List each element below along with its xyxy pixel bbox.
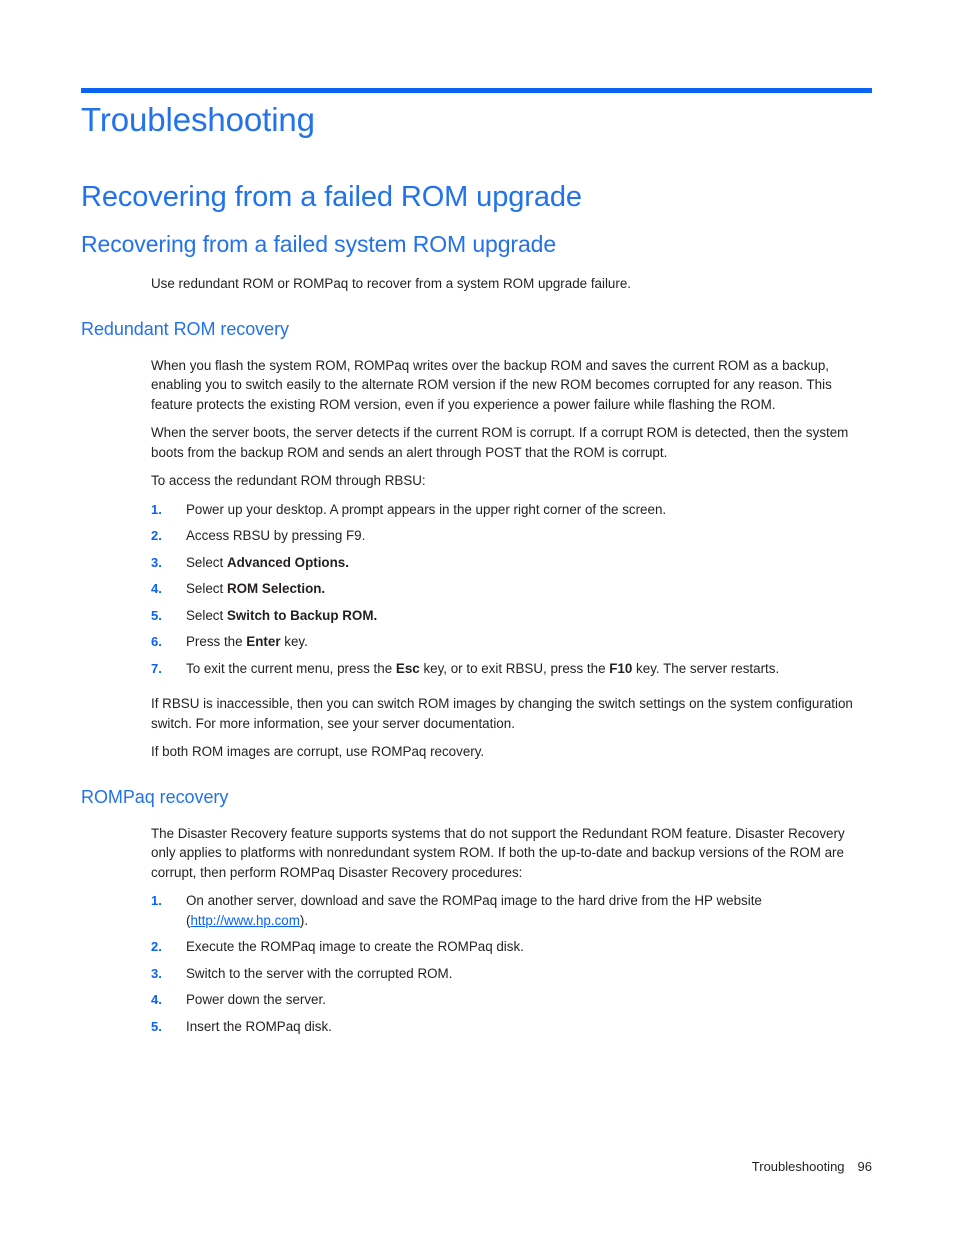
header-rule xyxy=(81,88,872,93)
emphasis-text: ROM Selection. xyxy=(226,581,326,596)
list-item-number: 3. xyxy=(151,554,162,570)
rompaq-step-list: 1. On another server, download and save t… xyxy=(151,891,872,1036)
list-item-text: Select ROM Selection. xyxy=(186,581,326,596)
redundant-paragraph-2: When the server boots, the server detect… xyxy=(151,425,849,460)
list-item: 1. Power up your desktop. A prompt appear… xyxy=(151,500,872,520)
list-item-number: 2. xyxy=(151,528,162,543)
intro-block: Use redundant ROM or ROMPaq to recover f… xyxy=(151,274,872,294)
emphasis-text: Esc xyxy=(395,660,420,676)
footer-label: Troubleshooting xyxy=(751,1159,845,1174)
emphasis-text: Enter xyxy=(246,634,281,649)
redundant-rom-body: When you flash the system ROM, ROMPaq wr… xyxy=(151,356,872,762)
emphasis-text: Advanced Options. xyxy=(226,554,349,570)
intro-paragraph: Use redundant ROM or ROMPaq to recover f… xyxy=(151,276,632,291)
list-item-text: On another server, download and save the… xyxy=(186,893,762,928)
list-item: 2. Access RBSU by pressing F9. xyxy=(151,526,872,546)
rompaq-paragraph-1: The Disaster Recovery feature supports s… xyxy=(151,825,845,880)
page-footer: Troubleshooting 96 xyxy=(81,1158,872,1176)
document-page: Troubleshooting Recovering from a failed… xyxy=(0,0,954,1235)
list-item-text: Insert the ROMPaq disk. xyxy=(186,1018,332,1034)
emphasis-text: Switch to Backup ROM. xyxy=(226,607,378,623)
list-item: 7. To exit the current menu, press the Es… xyxy=(151,659,872,679)
page-content: Troubleshooting Recovering from a failed… xyxy=(81,100,872,1043)
footer-page-number: 96 xyxy=(857,1159,872,1174)
redundant-paragraph-3: If RBSU is inaccessible, then you can sw… xyxy=(151,696,853,731)
rompaq-body: The Disaster Recovery feature supports s… xyxy=(151,824,872,1037)
list-item-text: Select Advanced Options. xyxy=(186,554,349,570)
hp-website-link[interactable]: http://www.hp.com xyxy=(190,913,299,928)
list-item-number: 1. xyxy=(151,893,162,908)
list-item-number: 4. xyxy=(151,581,162,596)
emphasis-text: F10 xyxy=(609,660,633,676)
list-item-number: 5. xyxy=(151,607,162,623)
list-item: 3. Switch to the server with the corrupte… xyxy=(151,964,872,984)
list-item-number: 4. xyxy=(151,992,162,1007)
list-item-number: 1. xyxy=(151,501,162,517)
list-item-number: 5. xyxy=(151,1018,162,1034)
redundant-rom-heading: Redundant ROM recovery xyxy=(81,318,289,339)
subsection-title: Recovering from a failed system ROM upgr… xyxy=(81,231,557,257)
list-item-text: Switch to the server with the corrupted … xyxy=(186,965,453,981)
list-item: 4. Power down the server. xyxy=(151,990,872,1010)
list-item-text: Execute the ROMPaq image to create the R… xyxy=(186,939,524,954)
list-item-text: To exit the current menu, press the Esc … xyxy=(186,660,780,676)
chapter-title: Troubleshooting xyxy=(81,101,315,138)
list-item: 5. Select Switch to Backup ROM. xyxy=(151,606,872,626)
list-item: 2. Execute the ROMPaq image to create the… xyxy=(151,937,872,957)
list-item: 4. Select ROM Selection. xyxy=(151,579,872,599)
list-item-number: 7. xyxy=(151,660,162,676)
redundant-rom-step-list: 1. Power up your desktop. A prompt appear… xyxy=(151,500,872,679)
rompaq-heading: ROMPaq recovery xyxy=(81,786,229,807)
list-item-text: Power up your desktop. A prompt appears … xyxy=(186,501,667,517)
list-item-number: 2. xyxy=(151,939,162,954)
list-item: 1. On another server, download and save t… xyxy=(151,891,872,930)
list-item-number: 6. xyxy=(151,634,162,649)
list-item-number: 3. xyxy=(151,965,162,981)
redundant-paragraph-4: If both ROM images are corrupt, use ROMP… xyxy=(151,744,485,759)
list-item-text: Select Switch to Backup ROM. xyxy=(186,607,378,623)
section-title: Recovering from a failed ROM upgrade xyxy=(81,181,582,213)
list-item: 5. Insert the ROMPaq disk. xyxy=(151,1017,872,1037)
list-item-text: Press the Enter key. xyxy=(186,634,308,649)
list-item: 3. Select Advanced Options. xyxy=(151,553,872,573)
list-item-text: Power down the server. xyxy=(186,992,326,1007)
list-item: 6. Press the Enter key. xyxy=(151,632,872,652)
list-item-text: Access RBSU by pressing F9. xyxy=(186,528,366,543)
redundant-paragraph-1: When you flash the system ROM, ROMPaq wr… xyxy=(151,357,832,412)
redundant-list-intro: To access the redundant ROM through RBSU… xyxy=(151,473,426,488)
